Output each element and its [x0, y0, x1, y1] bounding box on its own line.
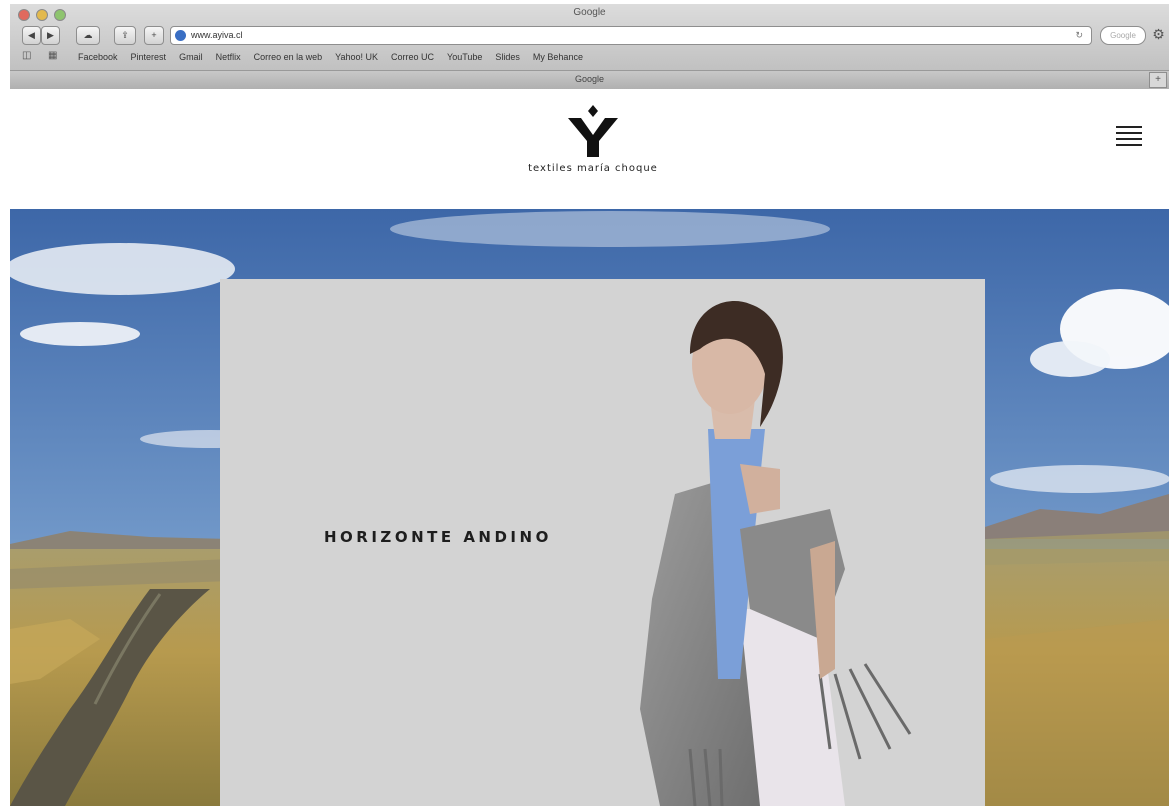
- brand-tagline: textiles maría choque: [528, 163, 658, 174]
- forward-arrow-icon: ▶: [47, 30, 54, 40]
- cloud-icon: ☁: [83, 30, 93, 40]
- bookmark-link[interactable]: YouTube: [447, 52, 482, 62]
- brand-logo[interactable]: textiles maría choque: [518, 105, 668, 174]
- settings-button[interactable]: ⚙: [1150, 26, 1167, 43]
- gear-icon: ⚙: [1152, 26, 1165, 42]
- back-button[interactable]: ◀: [22, 26, 41, 45]
- bookmarks-list: Facebook Pinterest Gmail Netflix Correo en l…: [78, 52, 583, 62]
- address-bar[interactable]: www.ayiva.cl ↻: [170, 26, 1092, 45]
- window-titlebar: Google: [10, 4, 1169, 24]
- back-arrow-icon: ◀: [28, 30, 35, 40]
- icloud-button[interactable]: ☁: [76, 26, 100, 45]
- bookmark-link[interactable]: Pinterest: [131, 52, 167, 62]
- menu-line: [1116, 144, 1142, 146]
- bookmark-link[interactable]: Slides: [495, 52, 520, 62]
- browser-toolbar: ◀ ▶ ☁ ⇪ + www.ayiva.cl ↻ Google ⚙: [10, 25, 1169, 47]
- tab-google[interactable]: Google: [10, 74, 1169, 84]
- bookmark-link[interactable]: My Behance: [533, 52, 583, 62]
- search-field[interactable]: Google: [1100, 26, 1146, 45]
- hero-slider[interactable]: HORIZONTE ANDINO: [10, 209, 1169, 806]
- slide-card[interactable]: HORIZONTE ANDINO: [220, 279, 985, 806]
- site-header: textiles maría choque: [10, 89, 1169, 209]
- y-logo-icon: [568, 105, 618, 157]
- bookmark-link[interactable]: Gmail: [179, 52, 203, 62]
- new-tab-button[interactable]: +: [1149, 72, 1167, 88]
- bookmarks-grid-icon[interactable]: ▦: [48, 50, 57, 61]
- slide-caption: HORIZONTE ANDINO: [324, 528, 552, 546]
- menu-line: [1116, 132, 1142, 134]
- bookmark-link[interactable]: Correo en la web: [254, 52, 323, 62]
- menu-line: [1116, 126, 1142, 128]
- bookmark-link[interactable]: Correo UC: [391, 52, 434, 62]
- add-bookmark-button[interactable]: +: [144, 26, 164, 45]
- bookmark-link[interactable]: Yahoo! UK: [335, 52, 378, 62]
- browser-chrome: Google ◀ ▶ ☁ ⇪ + www.ayiva.cl ↻ Google ⚙…: [10, 4, 1169, 90]
- search-placeholder: Google: [1110, 31, 1136, 40]
- bookmark-link[interactable]: Netflix: [216, 52, 241, 62]
- reload-icon[interactable]: ↻: [1075, 27, 1083, 44]
- window-title: Google: [573, 7, 606, 18]
- hamburger-menu-button[interactable]: [1116, 126, 1142, 146]
- reading-list-icon[interactable]: ◫: [22, 50, 31, 61]
- address-url: www.ayiva.cl: [191, 30, 243, 40]
- plus-icon: +: [151, 30, 157, 40]
- bookmarks-bar: ◫ ▦ Facebook Pinterest Gmail Netflix Correo …: [10, 48, 1169, 68]
- share-icon: ⇪: [121, 30, 129, 40]
- bookmark-link[interactable]: Facebook: [78, 52, 118, 62]
- tab-bar: Google +: [10, 70, 1169, 89]
- globe-icon: [175, 30, 186, 42]
- menu-line: [1116, 138, 1142, 140]
- forward-button[interactable]: ▶: [41, 26, 60, 45]
- share-button[interactable]: ⇪: [114, 26, 136, 45]
